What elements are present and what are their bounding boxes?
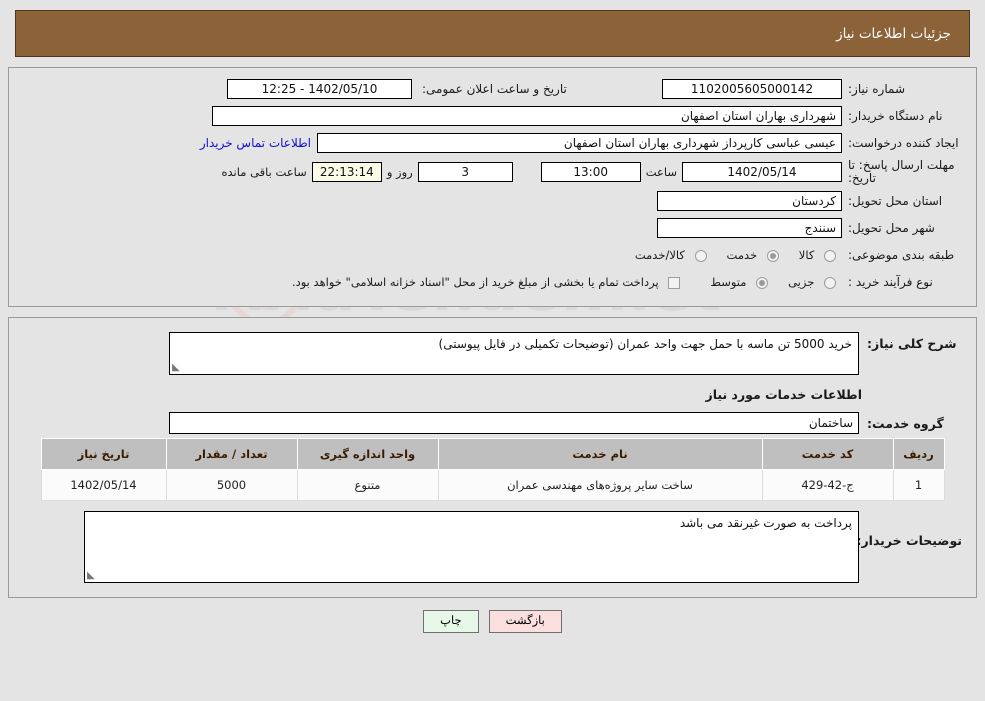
creator-label: ایجاد کننده درخواست: xyxy=(848,136,959,150)
buyer-org-value: شهرداری بهاران استان اصفهان xyxy=(212,106,842,126)
process-option-minor-label: جزیی xyxy=(788,275,815,289)
table-row: 1 ج-42-429 ساخت سایر پروژه‌های مهندسی عم… xyxy=(40,469,945,501)
row-province: استان محل تحویل: کردستان xyxy=(23,190,962,212)
treasury-checkbox-group[interactable]: پرداخت تمام یا بخشی از مبلغ خرید از محل … xyxy=(292,275,686,289)
cell-name: ساخت سایر پروژه‌های مهندسی عمران xyxy=(437,469,763,501)
radio-goods-service-icon[interactable] xyxy=(694,249,707,262)
category-option-service[interactable]: خدمت xyxy=(727,248,785,262)
time-label: ساعت xyxy=(645,165,677,179)
row-summary: شرح کلی نیاز: خرید 5000 تن ماسه با حمل ج… xyxy=(23,332,962,375)
page-header: جزئیات اطلاعات نیاز xyxy=(15,10,970,57)
radio-medium-icon[interactable] xyxy=(756,276,769,289)
remaining-days-value: 3 xyxy=(417,162,513,182)
process-option-minor[interactable]: جزیی xyxy=(788,275,842,289)
row-deadline: مهلت ارسال پاسخ: تا تاریخ: 1402/05/14 سا… xyxy=(23,159,962,185)
deadline-date: 1402/05/14 xyxy=(682,162,842,182)
cell-code: ج-42-429 xyxy=(761,469,894,501)
services-table: ردیف کد خدمت نام خدمت واحد اندازه گیری ت… xyxy=(40,438,945,501)
th-radif: ردیف xyxy=(892,438,945,470)
resize-grip-icon[interactable]: ◢ xyxy=(172,362,180,373)
radio-service-icon[interactable] xyxy=(766,249,779,262)
cell-unit: متنوع xyxy=(296,469,439,501)
category-option-goods-service[interactable]: کالا/خدمت xyxy=(635,248,713,262)
cell-radif: 1 xyxy=(892,469,945,501)
deadline-time: 13:00 xyxy=(540,162,641,182)
need-number-value: 1102005605000142 xyxy=(662,79,842,99)
th-unit: واحد اندازه گیری xyxy=(296,438,439,470)
summary-label: شرح کلی نیاز: xyxy=(867,336,957,351)
back-button[interactable]: بازگشت xyxy=(488,610,562,633)
row-buyer-org: نام دستگاه خریدار: شهرداری بهاران استان … xyxy=(23,105,962,127)
th-name: نام خدمت xyxy=(437,438,763,470)
row-city: شهر محل تحویل: سنندج xyxy=(23,217,962,239)
row-process: نوع فرآیند خرید : جزیی متوسط پرداخت تمام… xyxy=(23,271,962,293)
summary-value: خرید 5000 تن ماسه با حمل جهت واحد عمران … xyxy=(438,337,852,351)
row-need-number: شماره نیاز: 1102005605000142 تاریخ و ساع… xyxy=(23,78,962,100)
city-label: شهر محل تحویل: xyxy=(848,221,935,235)
category-label: طبقه بندی موضوعی: xyxy=(848,248,955,262)
buyer-notes-label: توضیحات خریدار: xyxy=(856,533,962,548)
table-header-row: ردیف کد خدمت نام خدمت واحد اندازه گیری ت… xyxy=(40,438,945,470)
need-info-panel: شماره نیاز: 1102005605000142 تاریخ و ساع… xyxy=(8,67,977,307)
radio-goods-icon[interactable] xyxy=(824,249,836,262)
th-date: تاریخ نیاز xyxy=(40,438,167,470)
process-option-medium-label: متوسط xyxy=(710,275,747,289)
service-group-value: ساختمان xyxy=(169,412,859,434)
summary-textarea[interactable]: خرید 5000 تن ماسه با حمل جهت واحد عمران … xyxy=(169,332,859,375)
buyer-contact-link[interactable]: اطلاعات تماس خریدار xyxy=(200,136,311,150)
row-buyer-notes: توضیحات خریدار: پرداخت به صورت غیرنقد می… xyxy=(23,511,962,583)
cell-qty: 5000 xyxy=(165,469,298,501)
radio-minor-icon[interactable] xyxy=(824,276,836,289)
resize-grip-icon-2[interactable]: ◢ xyxy=(87,570,95,581)
days-label: روز و xyxy=(386,165,413,179)
footer-buttons: بازگشت چاپ xyxy=(0,610,985,633)
remaining-label: ساعت باقی مانده xyxy=(221,165,307,179)
print-button[interactable]: چاپ xyxy=(423,610,479,633)
th-qty: تعداد / مقدار xyxy=(165,438,298,470)
treasury-checkbox-label: پرداخت تمام یا بخشی از مبلغ خرید از محل … xyxy=(291,275,659,289)
announce-value: 1402/05/10 - 12:25 xyxy=(227,79,412,99)
page-root: جزئیات اطلاعات نیاز شماره نیاز: 11020056… xyxy=(0,10,985,633)
services-section-title: اطلاعات خدمات مورد نیاز xyxy=(705,387,863,402)
th-code: کد خدمت xyxy=(761,438,894,470)
service-group-label: گروه خدمت: xyxy=(867,415,944,431)
province-value: کردستان xyxy=(657,191,842,211)
category-option-goods[interactable]: کالا xyxy=(799,248,842,262)
need-number-label: شماره نیاز: xyxy=(848,82,905,96)
treasury-checkbox-icon[interactable] xyxy=(668,276,681,289)
cell-date: 1402/05/14 xyxy=(40,469,167,501)
buyer-notes-textarea[interactable]: پرداخت به صورت غیرنقد می باشد ◢ xyxy=(84,511,859,583)
deadline-label: مهلت ارسال پاسخ: تا تاریخ: xyxy=(848,158,955,185)
row-service-group: گروه خدمت: ساختمان xyxy=(23,412,962,434)
province-label: استان محل تحویل: xyxy=(848,194,943,208)
process-label: نوع فرآیند خرید : xyxy=(848,275,933,289)
need-details-panel: شرح کلی نیاز: خرید 5000 تن ماسه با حمل ج… xyxy=(8,317,977,598)
row-category: طبقه بندی موضوعی: کالا خدمت کالا/خدمت xyxy=(23,244,962,266)
city-value: سنندج xyxy=(657,218,842,238)
creator-value: عیسی عباسی کارپرداز شهرداری بهاران استان… xyxy=(317,133,842,153)
page-title: جزئیات اطلاعات نیاز xyxy=(836,25,951,42)
buyer-org-label: نام دستگاه خریدار: xyxy=(848,109,943,123)
countdown-timer: 22:13:14 xyxy=(311,162,382,182)
category-option-service-label: خدمت xyxy=(726,248,758,262)
row-creator: ایجاد کننده درخواست: عیسی عباسی کارپرداز… xyxy=(23,132,962,154)
category-option-goods-service-label: کالا/خدمت xyxy=(634,248,685,262)
buyer-notes-value: پرداخت به صورت غیرنقد می باشد xyxy=(679,516,852,530)
category-option-goods-label: کالا xyxy=(798,248,815,262)
process-option-medium[interactable]: متوسط xyxy=(710,275,774,289)
announce-label: تاریخ و ساعت اعلان عمومی: xyxy=(422,82,567,96)
